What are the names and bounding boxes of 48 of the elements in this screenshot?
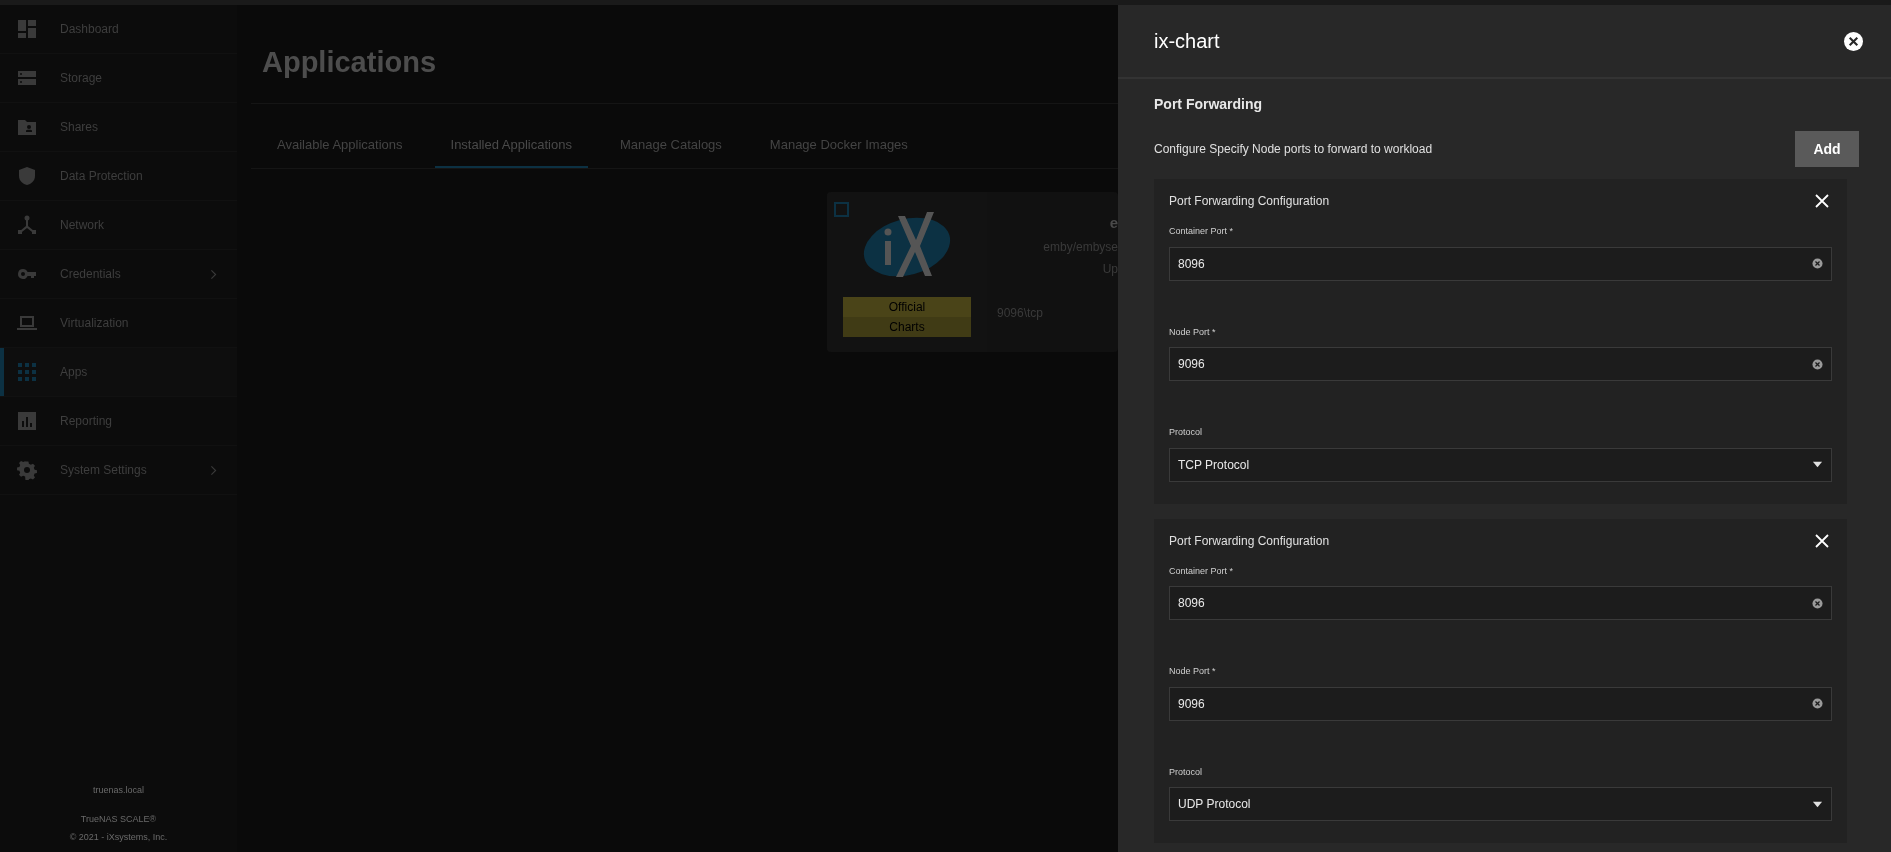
dashboard-icon — [17, 19, 37, 39]
field-label: Protocol — [1169, 765, 1203, 779]
gear-icon — [17, 460, 37, 480]
shield-icon — [17, 166, 37, 186]
badge: Official — [843, 296, 971, 317]
apps-grid-icon — [17, 362, 37, 382]
panel-title: ix-chart — [1154, 29, 1220, 54]
select-field[interactable]: UDP Protocol — [1169, 787, 1832, 821]
page-title: Applications — [262, 45, 436, 80]
close-icon[interactable] — [1815, 533, 1829, 548]
tab[interactable]: Installed Applications — [434, 123, 588, 168]
clear-icon — [1812, 358, 1823, 370]
field-label: Node Port * — [1169, 665, 1216, 678]
input-field[interactable]: 9096 — [1169, 686, 1832, 721]
clear-icon — [1812, 597, 1823, 609]
tab[interactable]: Available Applications — [261, 123, 419, 168]
tab[interactable]: Manage Catalogs — [603, 123, 738, 168]
field-label: Node Port * — [1169, 325, 1216, 339]
folder-icon — [17, 117, 37, 137]
clear-icon — [1812, 258, 1823, 269]
checkbox[interactable] — [834, 201, 849, 217]
add-button[interactable]: Add — [1795, 131, 1859, 167]
field-label: Protocol — [1169, 426, 1203, 439]
copyright: © 2021 - iXsystems, Inc. — [69, 830, 168, 844]
field-label: Container Port * — [1169, 564, 1234, 578]
card-title: Port Forwarding Configuration — [1169, 193, 1330, 210]
card-title: Port Forwarding Configuration — [1169, 532, 1330, 550]
app-name: e — [1109, 212, 1118, 233]
section-description: Configure Specify Node ports to forward to workload — [1154, 141, 1433, 158]
product-name: TrueNAS SCALE® — [80, 813, 157, 826]
chart-icon — [17, 411, 37, 431]
close-icon[interactable] — [1844, 31, 1863, 51]
input-field[interactable]: 9096 — [1169, 347, 1832, 381]
tab[interactable]: Manage Docker Images — [753, 123, 924, 168]
input-field[interactable]: 8096 — [1169, 586, 1832, 620]
laptop-icon — [17, 313, 37, 333]
clear-icon — [1812, 698, 1823, 709]
dropdown-arrow-icon — [1812, 459, 1823, 470]
logo-icon — [862, 210, 952, 277]
section-title: Port Forwarding — [1154, 95, 1263, 114]
input-field[interactable]: 8096 — [1169, 246, 1832, 281]
storage-icon — [17, 68, 37, 88]
close-icon[interactable] — [1815, 194, 1829, 208]
badge: Charts — [843, 316, 971, 337]
select-field[interactable]: TCP Protocol — [1169, 447, 1832, 482]
hostname: truenas.local — [93, 783, 144, 797]
field-label: Container Port * — [1169, 225, 1234, 238]
network-icon — [17, 215, 37, 235]
